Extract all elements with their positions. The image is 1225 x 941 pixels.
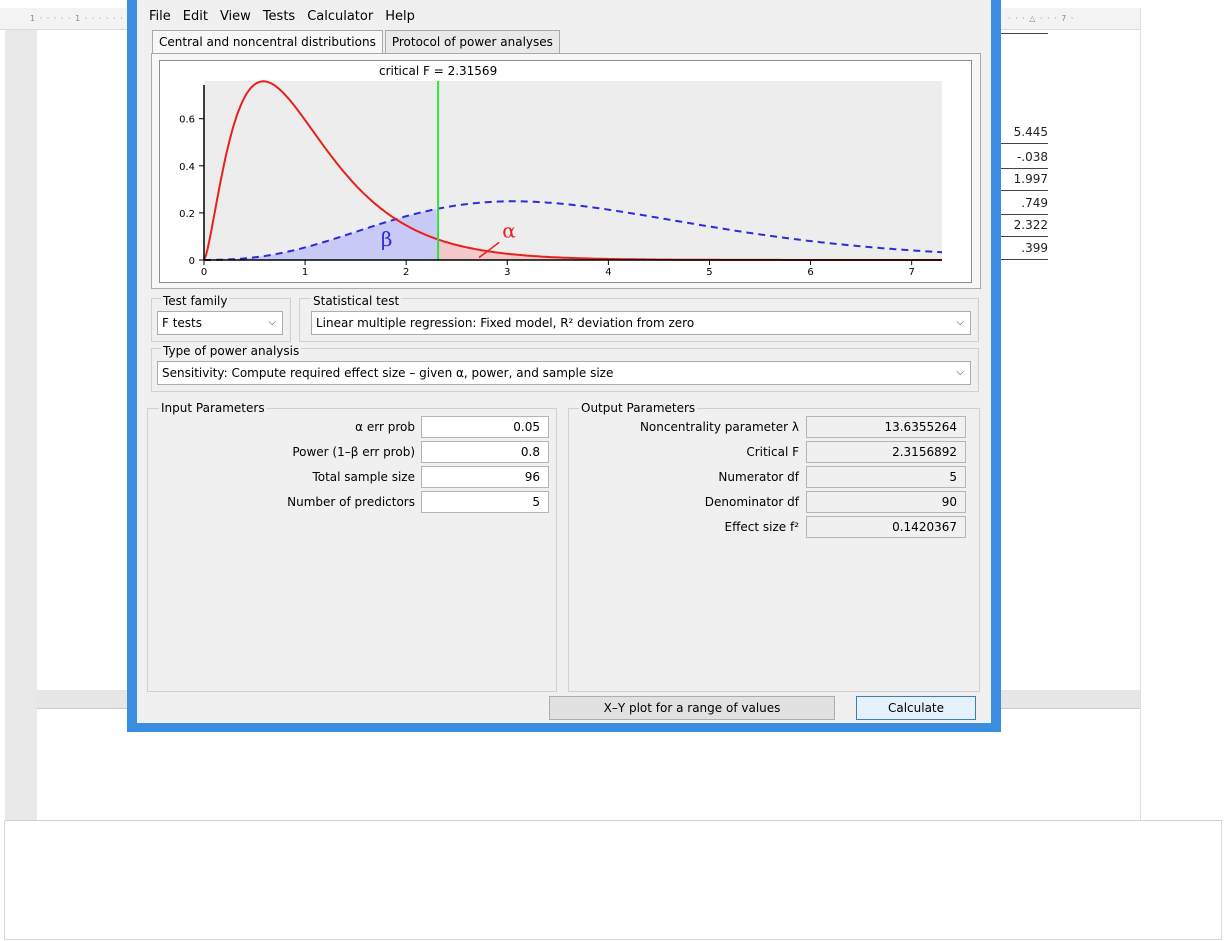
menu-view[interactable]: View bbox=[216, 6, 259, 28]
doc-value: -.038 bbox=[1000, 146, 1048, 169]
gpower-client-area: File Edit View Tests Calculator Help Cen… bbox=[137, 0, 991, 723]
distribution-panel: 0 1 2 3 4 5 6 7 0 0.2 0.4 0.6 critical F = 2.31569… bbox=[151, 53, 981, 289]
power-analysis-value: Sensitivity: Compute required effect siz… bbox=[162, 366, 614, 380]
numerator-df-label: Numerator df bbox=[718, 470, 799, 484]
effect-size-output: 0.1420367 bbox=[806, 516, 966, 538]
x-tick-label: 4 bbox=[605, 267, 611, 278]
x-tick-label: 7 bbox=[908, 267, 914, 278]
test-family-value: F tests bbox=[162, 316, 203, 330]
doc-value: 5.445 bbox=[1000, 121, 1048, 144]
effect-size-label: Effect size f² bbox=[724, 520, 799, 534]
noncentrality-output: 13.6355264 bbox=[806, 416, 966, 438]
power-analysis-label: Type of power analysis bbox=[161, 344, 302, 358]
ruler-marks-right: · · · △ · · · 7 · bbox=[1008, 14, 1075, 23]
y-axis-ticks: 0 0.2 0.4 0.6 bbox=[179, 115, 204, 267]
tab-bar: Central and noncentral distributions Pro… bbox=[152, 30, 562, 55]
test-family-select[interactable]: F tests ⌵ bbox=[157, 311, 283, 335]
power-label: Power (1–β err prob) bbox=[292, 445, 415, 459]
menu-bar: File Edit View Tests Calculator Help bbox=[137, 6, 423, 28]
chevron-down-icon: ⌵ bbox=[956, 367, 964, 378]
menu-file[interactable]: File bbox=[137, 6, 179, 28]
number-of-predictors-input[interactable]: 5 bbox=[421, 491, 549, 513]
alpha-err-prob-label: α err prob bbox=[355, 420, 415, 434]
denominator-df-label: Denominator df bbox=[704, 495, 799, 509]
x-tick-label: 5 bbox=[706, 267, 712, 278]
output-parameters-title: Output Parameters bbox=[579, 401, 698, 415]
input-parameters-title: Input Parameters bbox=[159, 401, 267, 415]
numerator-df-output: 5 bbox=[806, 466, 966, 488]
doc-value-clipped bbox=[1000, 26, 1048, 34]
tab-protocol[interactable]: Protocol of power analyses bbox=[384, 30, 560, 54]
total-sample-size-input[interactable]: 96 bbox=[421, 466, 549, 488]
test-family-label: Test family bbox=[161, 294, 230, 308]
power-analysis-select[interactable]: Sensitivity: Compute required effect siz… bbox=[157, 361, 971, 385]
chevron-down-icon: ⌵ bbox=[268, 317, 276, 328]
menu-calculator[interactable]: Calculator bbox=[303, 6, 381, 28]
x-tick-label: 3 bbox=[504, 267, 510, 278]
statistical-test-label: Statistical test bbox=[311, 294, 402, 308]
plot-background bbox=[204, 81, 942, 260]
x-axis-ticks: 0 1 2 3 4 5 6 7 bbox=[201, 260, 915, 278]
x-tick-label: 2 bbox=[403, 267, 409, 278]
noncentrality-label: Noncentrality parameter λ bbox=[639, 420, 799, 434]
distribution-plot: 0 1 2 3 4 5 6 7 0 0.2 0.4 0.6 critical F = 2.31569… bbox=[159, 60, 972, 283]
statistical-test-select[interactable]: Linear multiple regression: Fixed model,… bbox=[311, 311, 971, 335]
tab-distributions[interactable]: Central and noncentral distributions bbox=[152, 30, 383, 55]
y-tick-label: 0 bbox=[189, 256, 195, 267]
y-tick-label: 0.6 bbox=[179, 115, 195, 126]
calculate-button[interactable]: Calculate bbox=[856, 696, 976, 720]
critical-f-output: 2.3156892 bbox=[806, 441, 966, 463]
number-of-predictors-label: Number of predictors bbox=[287, 495, 415, 509]
doc-value: .399 bbox=[1000, 237, 1048, 260]
chevron-down-icon: ⌵ bbox=[956, 317, 964, 328]
y-tick-label: 0.2 bbox=[179, 209, 195, 220]
power-input[interactable]: 0.8 bbox=[421, 441, 549, 463]
x-tick-label: 0 bbox=[201, 267, 207, 278]
xy-plot-button[interactable]: X–Y plot for a range of values bbox=[549, 696, 835, 720]
document-right-edge bbox=[1140, 8, 1141, 820]
alpha-symbol: α bbox=[502, 219, 516, 243]
alpha-err-prob-input[interactable]: 0.05 bbox=[421, 416, 549, 438]
critical-f-output-label: Critical F bbox=[746, 445, 799, 459]
critical-f-label: critical F = 2.31569 bbox=[379, 64, 497, 78]
menu-tests[interactable]: Tests bbox=[259, 6, 303, 28]
gpower-window: File Edit View Tests Calculator Help Cen… bbox=[127, 0, 1001, 732]
x-tick-label: 1 bbox=[302, 267, 308, 278]
document-margin-left bbox=[5, 30, 37, 820]
x-tick-label: 6 bbox=[807, 267, 813, 278]
menu-edit[interactable]: Edit bbox=[179, 6, 216, 28]
denominator-df-output: 90 bbox=[806, 491, 966, 513]
doc-value: .749 bbox=[1000, 192, 1048, 215]
beta-symbol: β bbox=[381, 227, 393, 251]
doc-value: 1.997 bbox=[1000, 168, 1048, 191]
distribution-chart: 0 1 2 3 4 5 6 7 0 0.2 0.4 0.6 critical F = 2.31569… bbox=[179, 64, 943, 278]
y-tick-label: 0.4 bbox=[179, 162, 195, 173]
doc-value: 2.322 bbox=[1000, 214, 1048, 237]
total-sample-size-label: Total sample size bbox=[312, 470, 415, 484]
menu-help[interactable]: Help bbox=[381, 6, 423, 28]
statistical-test-value: Linear multiple regression: Fixed model,… bbox=[316, 316, 695, 330]
document-lower-area bbox=[4, 820, 1222, 940]
